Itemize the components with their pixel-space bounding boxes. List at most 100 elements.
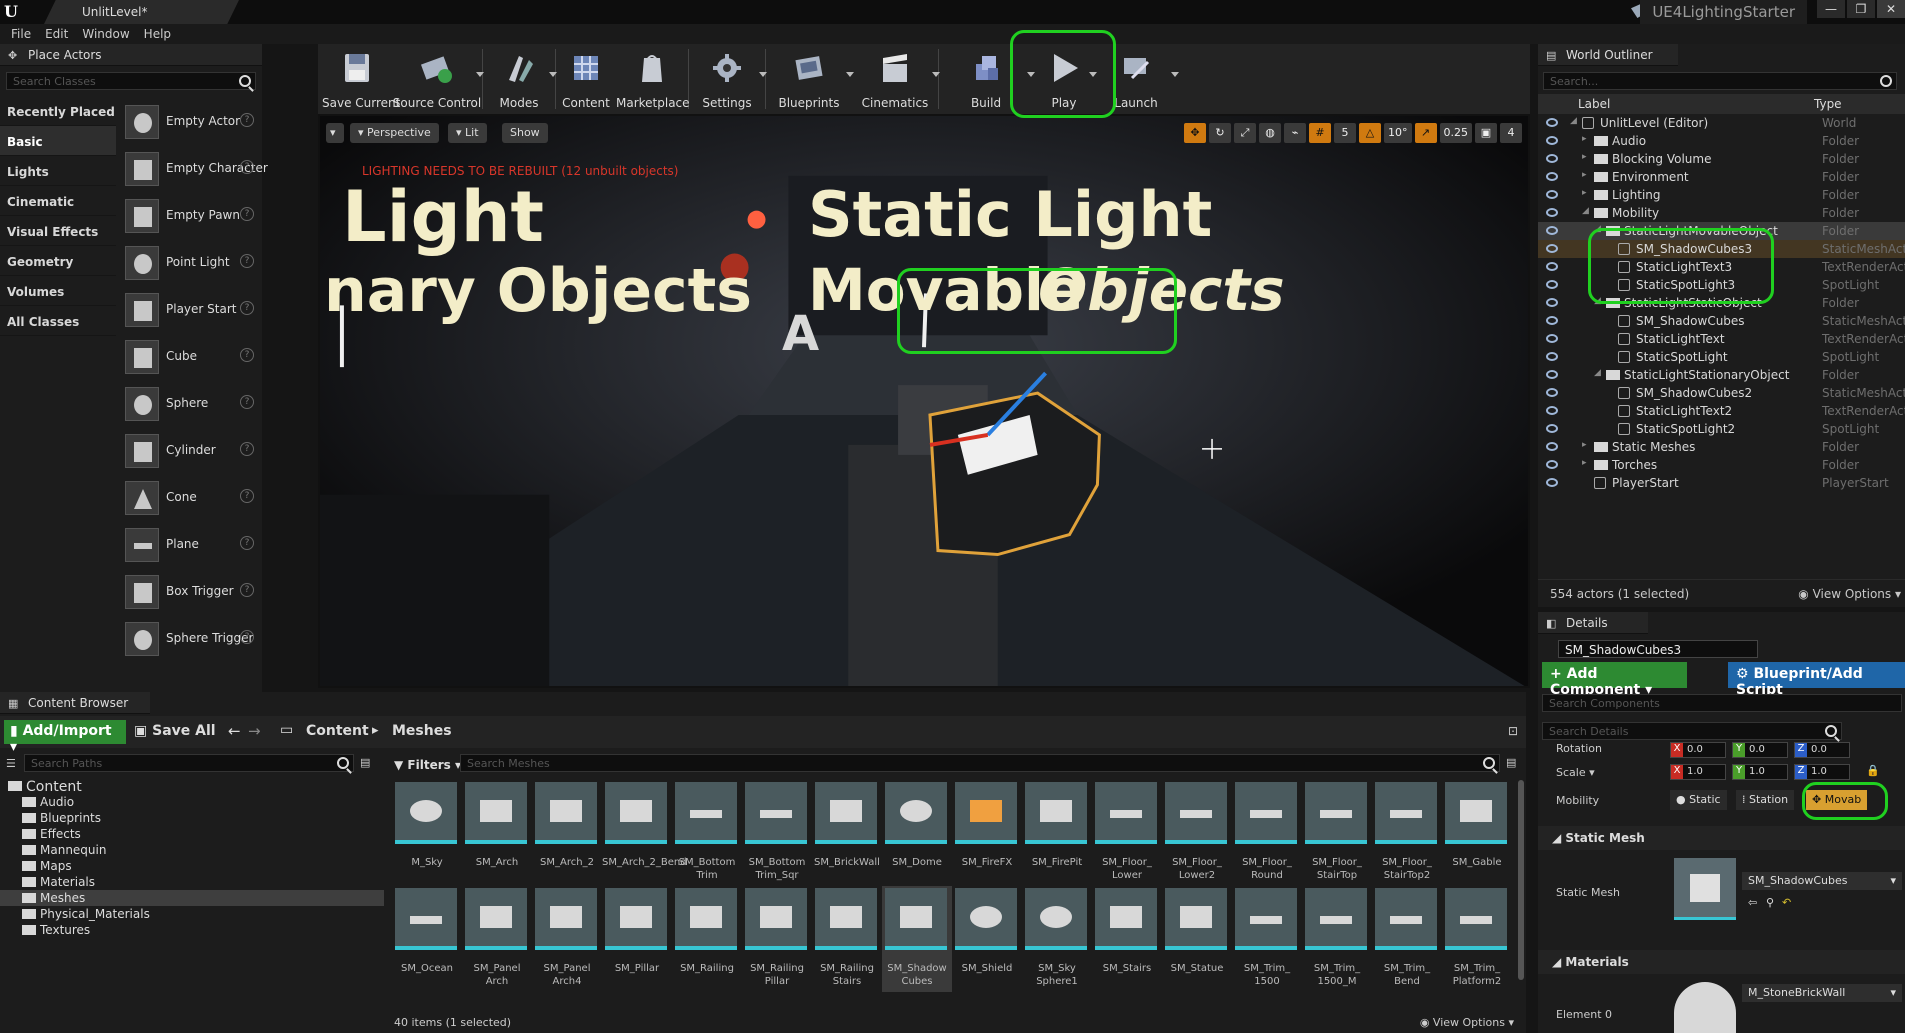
asset-tile[interactable]: SM_Pillar <box>602 886 672 992</box>
save-current-button[interactable]: Save Current <box>322 44 400 114</box>
rotation-y-field[interactable]: Y 0.0 <box>1732 742 1788 758</box>
add-import-button[interactable]: ▮ Add/Import ▾ <box>4 720 126 755</box>
visibility-eye-icon[interactable] <box>1546 478 1558 487</box>
play-button[interactable]: Play <box>1033 44 1097 114</box>
forward-arrow-icon[interactable]: → <box>248 722 261 740</box>
grid-snap-icon[interactable]: # <box>1309 123 1331 143</box>
help-icon[interactable]: ? <box>240 207 254 221</box>
source-control-button[interactable]: Source Control <box>392 44 484 114</box>
visibility-eye-icon[interactable] <box>1546 388 1558 397</box>
mobility-static-option[interactable]: ● Static <box>1670 790 1727 810</box>
expand-arrow-icon[interactable]: ▸ <box>1582 152 1587 162</box>
modes-button[interactable]: Modes <box>483 44 557 114</box>
material-combo[interactable]: M_StoneBrickWall ▾ <box>1742 984 1902 1002</box>
folder-tree-item[interactable]: Blueprints <box>0 810 384 826</box>
actor-item-cube[interactable]: Cube? <box>118 331 262 378</box>
expand-arrow-icon[interactable]: ◢ <box>1570 116 1577 126</box>
scale-y-field[interactable]: Y 1.0 <box>1732 764 1788 780</box>
build-button[interactable]: Build <box>939 44 1035 114</box>
actor-item-empty-character[interactable]: Empty Character? <box>118 143 268 190</box>
visibility-eye-icon[interactable] <box>1546 424 1558 433</box>
place-actors-tab[interactable]: ✥ Place Actors <box>0 44 262 66</box>
minimize-button[interactable]: — <box>1817 0 1845 18</box>
folder-tree-item[interactable]: Content <box>0 778 384 795</box>
folder-tree-item[interactable]: Materials <box>0 874 384 890</box>
launch-button[interactable]: Launch <box>1095 44 1179 114</box>
help-icon[interactable]: ? <box>240 348 254 362</box>
folder-tree-item[interactable]: Physical_Materials <box>0 906 384 922</box>
help-icon[interactable]: ? <box>240 630 254 644</box>
visibility-eye-icon[interactable] <box>1546 442 1558 451</box>
asset-tile[interactable]: SM_Shield <box>952 886 1022 992</box>
asset-tile[interactable]: SM_Statue <box>1162 886 1232 992</box>
lit-button[interactable]: ▾ Lit <box>448 123 487 143</box>
browse-search-icon[interactable]: ⚲ <box>1766 896 1774 909</box>
outliner-search-input[interactable]: Search... <box>1543 72 1897 90</box>
add-component-button[interactable]: + Add Component ▾ <box>1542 662 1687 698</box>
expand-arrow-icon[interactable]: ◢ <box>1582 206 1589 216</box>
category-visual-effects[interactable]: Visual Effects <box>0 216 116 246</box>
reset-icon[interactable]: ↶ <box>1782 896 1791 909</box>
static-mesh-section[interactable]: ◢ Static Mesh <box>1538 826 1905 850</box>
show-button[interactable]: Show <box>502 123 548 143</box>
folder-tree-item[interactable]: Effects <box>0 826 384 842</box>
visibility-eye-icon[interactable] <box>1546 406 1558 415</box>
category-cinematic[interactable]: Cinematic <box>0 186 116 216</box>
rotation-snap-icon[interactable]: △ <box>1359 123 1381 143</box>
asset-view-options[interactable]: ◉ View Options ▾ <box>1420 1016 1514 1029</box>
outliner-actor-row[interactable]: StaticLightText3 TextRenderActor <box>1538 258 1905 276</box>
scale-snap-value[interactable]: 0.25 <box>1439 123 1472 143</box>
asset-tile[interactable]: SM_Panel Arch4 <box>532 886 602 992</box>
materials-section[interactable]: ◢ Materials <box>1538 950 1905 974</box>
content-button[interactable]: Content <box>556 44 616 114</box>
visibility-eye-icon[interactable] <box>1546 298 1558 307</box>
outliner-folder-row[interactable]: ▸ Audio Folder <box>1538 132 1905 150</box>
visibility-eye-icon[interactable] <box>1546 334 1558 343</box>
actor-item-plane[interactable]: Plane? <box>118 519 262 566</box>
marketplace-button[interactable]: Marketplace <box>616 44 690 114</box>
outliner-actor-row[interactable]: SM_ShadowCubes StaticMeshActor <box>1538 312 1905 330</box>
asset-options-icon[interactable]: ▤ <box>1506 756 1516 769</box>
folder-tree-item[interactable]: Maps <box>0 858 384 874</box>
asset-tile[interactable]: SM_Stairs <box>1092 886 1162 992</box>
actor-name-field[interactable]: SM_ShadowCubes3 <box>1558 640 1758 658</box>
outliner-actor-row[interactable]: PlayerStart PlayerStart <box>1538 474 1905 492</box>
menu-window[interactable]: Window <box>75 24 136 44</box>
asset-tile[interactable]: SM_Arch <box>462 780 532 886</box>
asset-tile[interactable]: SM_Dome <box>882 780 952 886</box>
visibility-eye-icon[interactable] <box>1546 118 1558 127</box>
asset-tile[interactable]: SM_FirePit <box>1022 780 1092 886</box>
details-tab[interactable]: ◧ Details <box>1538 612 1648 634</box>
actor-item-sphere[interactable]: Sphere? <box>118 378 262 425</box>
camera-speed-icon[interactable]: ▣ <box>1475 123 1497 143</box>
world-outliner-tab[interactable]: ▤ World Outliner <box>1538 44 1678 66</box>
help-icon[interactable]: ? <box>240 442 254 456</box>
filters-button[interactable]: ▼ Filters ▾ <box>394 758 461 772</box>
help-icon[interactable]: ? <box>240 113 254 127</box>
scale-z-field[interactable]: Z 1.0 <box>1794 764 1850 780</box>
visibility-eye-icon[interactable] <box>1546 154 1558 163</box>
menu-edit[interactable]: Edit <box>38 24 75 44</box>
static-mesh-combo[interactable]: SM_ShadowCubes ▾ <box>1742 872 1902 890</box>
outliner-actor-row[interactable]: StaticLightText2 TextRenderActor <box>1538 402 1905 420</box>
lock-icon[interactable]: ⊡ <box>1508 724 1518 738</box>
asset-tile[interactable]: SM_Bottom Trim <box>672 780 742 886</box>
asset-tile[interactable]: SM_Bottom Trim_Sqr <box>742 780 812 886</box>
visibility-eye-icon[interactable] <box>1546 208 1558 217</box>
visibility-eye-icon[interactable] <box>1546 352 1558 361</box>
asset-tile[interactable]: M_Sky <box>392 780 462 886</box>
actor-item-box-trigger[interactable]: Box Trigger? <box>118 566 262 613</box>
rotate-tool-icon[interactable]: ↻ <box>1209 123 1231 143</box>
asset-tile[interactable]: SM_Gable <box>1442 780 1512 886</box>
expand-arrow-icon[interactable]: ◢ <box>1594 296 1601 306</box>
help-icon[interactable]: ? <box>240 160 254 174</box>
rotation-snap-value[interactable]: 10° <box>1384 123 1412 143</box>
actor-item-sphere-trigger[interactable]: Sphere Trigger? <box>118 613 262 660</box>
expand-arrow-icon[interactable]: ▸ <box>1582 458 1587 468</box>
expand-arrow-icon[interactable]: ▸ <box>1582 134 1587 144</box>
visibility-eye-icon[interactable] <box>1546 136 1558 145</box>
outliner-col-label[interactable]: Label <box>1578 97 1610 111</box>
material-thumbnail[interactable] <box>1674 982 1736 1033</box>
outliner-folder-row[interactable]: ▸ Static Meshes Folder <box>1538 438 1905 456</box>
scale-lock-icon[interactable]: 🔒 <box>1866 764 1880 777</box>
